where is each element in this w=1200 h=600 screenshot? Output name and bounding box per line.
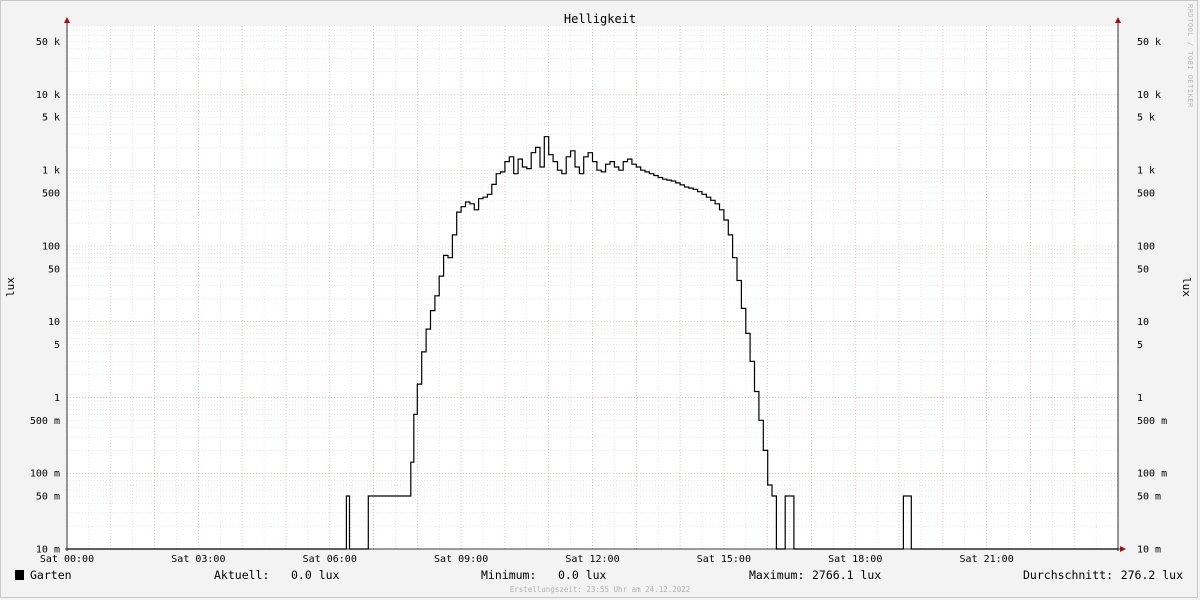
y-tick-label-right: 1 k bbox=[1137, 166, 1155, 177]
x-tick-labels: Sat 00:00 Sat 03:00 Sat 06:00 Sat 09:00 Sat … bbox=[40, 554, 1014, 565]
x-tick-label: Sat 06:00 bbox=[303, 554, 357, 565]
y-axis-label-right: lux bbox=[1180, 277, 1193, 297]
x-tick-label: Sat 03:00 bbox=[171, 554, 225, 565]
y-tick-label-left: 500 bbox=[42, 188, 60, 199]
y-tick-label-right: 5 bbox=[1137, 340, 1143, 351]
y-tick-label-right: 50 k bbox=[1137, 37, 1161, 48]
y-tick-label-right: 5 k bbox=[1137, 113, 1155, 124]
y-tick-label-right: 100 m bbox=[1137, 469, 1167, 480]
y-axis-arrow-left bbox=[64, 17, 70, 23]
legend-durchschnitt-label: Durchschnitt: bbox=[1023, 568, 1113, 582]
y-tick-label-left: 10 bbox=[48, 317, 60, 328]
chart-title: Helligkeit bbox=[564, 12, 636, 26]
y-tick-label-left: 5 k bbox=[42, 113, 60, 124]
x-tick-label: Sat 09:00 bbox=[434, 554, 488, 565]
legend-minimum-value: 0.0 lux bbox=[558, 568, 607, 582]
legend-maximum-value: 2766.1 lux bbox=[812, 568, 881, 582]
legend-minimum-label: Minimum: bbox=[481, 568, 536, 582]
y-tick-label-right: 10 m bbox=[1137, 545, 1161, 556]
legend-swatch-garten bbox=[15, 570, 24, 580]
y-tick-label-left: 50 bbox=[48, 264, 60, 275]
y-tick-label-left: 1 bbox=[54, 393, 60, 404]
y-tick-label-right: 100 bbox=[1137, 241, 1155, 252]
y-axis-label-left: lux bbox=[4, 277, 17, 297]
y-tick-label-left: 100 bbox=[42, 241, 60, 252]
y-tick-label-left: 100 m bbox=[30, 469, 60, 480]
y-tick-label-left: 50 k bbox=[36, 37, 60, 48]
y-tick-label-right: 500 bbox=[1137, 188, 1155, 199]
y-tick-label-left: 5 bbox=[54, 340, 60, 351]
y-tick-label-right: 50 bbox=[1137, 264, 1149, 275]
chart-svg: 50 k 10 k 5 k 1 k 500 100 50 10 5 1 500 m 100 m 50 m… bbox=[4, 4, 1194, 594]
legend-maximum-label: Maximum: bbox=[749, 568, 804, 582]
y-tick-label-right: 50 m bbox=[1137, 492, 1161, 503]
y-tick-labels-right: 50 k 10 k 5 k 1 k 500 100 50 10 5 1 500 m 100 m 50 m… bbox=[1137, 37, 1167, 556]
legend-aktuell-value: 0.0 lux bbox=[291, 568, 340, 582]
x-tick-label: Sat 21:00 bbox=[960, 554, 1014, 565]
x-axis-arrow bbox=[1120, 546, 1126, 552]
y-tick-labels-left: 50 k 10 k 5 k 1 k 500 100 50 10 5 1 500 m 100 m 50 m… bbox=[30, 37, 60, 556]
y-tick-label-left: 500 m bbox=[30, 416, 60, 427]
x-tick-label: Sat 18:00 bbox=[828, 554, 882, 565]
x-tick-label: Sat 00:00 bbox=[40, 554, 94, 565]
y-tick-label-left: 1 k bbox=[42, 166, 60, 177]
y-tick-label-right: 10 bbox=[1137, 317, 1149, 328]
creation-timestamp: Erstellungszeit: 23:55 Uhr am 24.12.2022 bbox=[510, 585, 691, 594]
y-tick-label-left: 10 k bbox=[36, 90, 60, 101]
legend-series-name: Garten bbox=[30, 568, 72, 582]
y-tick-label-right: 1 bbox=[1137, 393, 1143, 404]
y-tick-label-right: 10 k bbox=[1137, 90, 1161, 101]
legend-aktuell-label: Aktuell: bbox=[214, 568, 269, 582]
legend-durchschnitt-value: 276.2 lux bbox=[1121, 568, 1183, 582]
y-tick-label-left: 50 m bbox=[36, 492, 60, 503]
rrdtool-watermark: RRDTOOL / TOBI OETIKER bbox=[1186, 4, 1194, 108]
x-tick-label: Sat 12:00 bbox=[565, 554, 619, 565]
y-tick-label-right: 500 m bbox=[1137, 416, 1167, 427]
y-axis-arrow-right bbox=[1115, 17, 1121, 23]
x-tick-label: Sat 15:00 bbox=[697, 554, 751, 565]
